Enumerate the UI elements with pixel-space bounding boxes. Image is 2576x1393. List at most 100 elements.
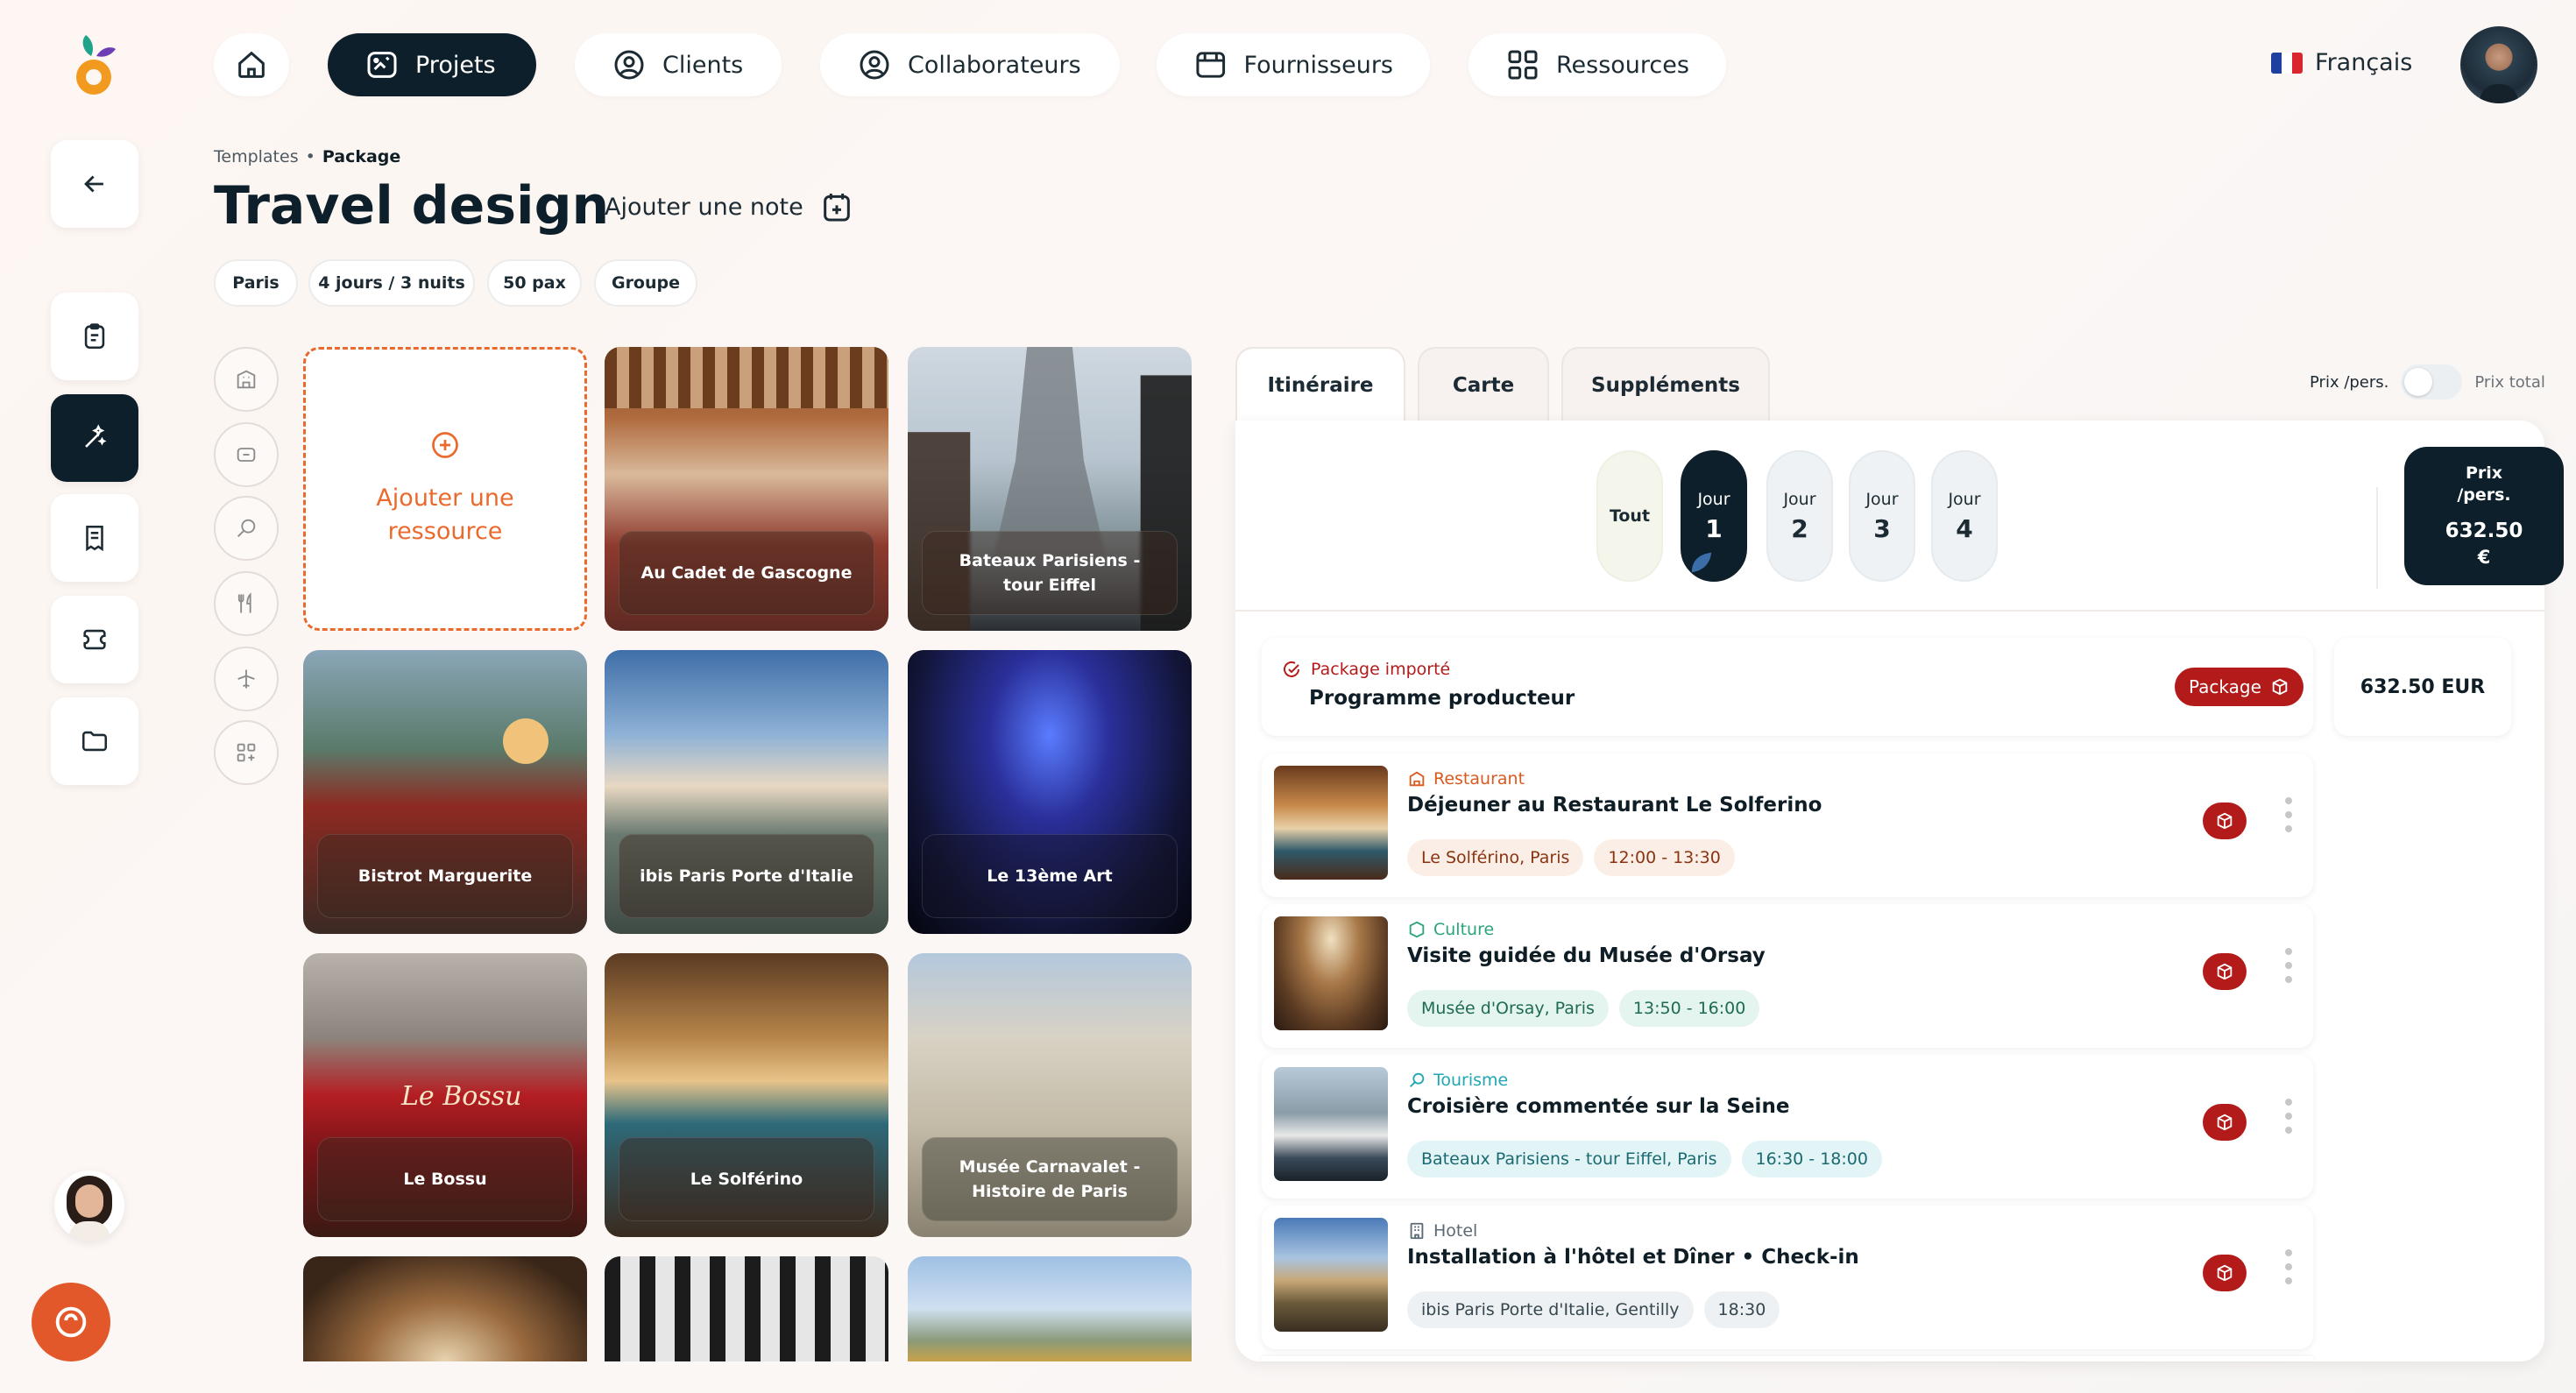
magic-image-icon bbox=[367, 52, 397, 78]
resource-card[interactable]: Bistrot Marguerite bbox=[303, 650, 587, 934]
item-more-menu[interactable] bbox=[2285, 1099, 2292, 1134]
item-more-menu[interactable] bbox=[2285, 1249, 2292, 1284]
clipboard-icon bbox=[84, 323, 105, 350]
nav-fournisseurs[interactable]: Fournisseurs bbox=[1157, 33, 1430, 96]
item-category-label: Hotel bbox=[1433, 1221, 1478, 1241]
box-icon bbox=[2217, 812, 2233, 830]
item-package-badge[interactable] bbox=[2203, 803, 2247, 839]
itinerary-item[interactable]: Tourisme Croisière commentée sur la Sein… bbox=[1262, 1055, 2313, 1199]
nav-ressources[interactable]: Ressources bbox=[1468, 33, 1726, 96]
item-package-badge[interactable] bbox=[2203, 1255, 2247, 1291]
add-note-label: Ajouter une note bbox=[605, 193, 803, 221]
day-3-button[interactable]: Jour 3 bbox=[1849, 450, 1915, 582]
language-selector[interactable]: Français bbox=[2271, 49, 2412, 76]
resource-card[interactable]: Musée Carnavalet - Histoire de Paris bbox=[908, 953, 1192, 1237]
tag-pax: 50 pax bbox=[487, 259, 582, 307]
sidebar-magic[interactable] bbox=[51, 394, 138, 482]
resource-card-partial[interactable] bbox=[303, 1256, 587, 1361]
item-place-chip: Bateaux Parisiens - tour Eiffel, Paris bbox=[1407, 1141, 1731, 1177]
tab-supplements[interactable]: Suppléments bbox=[1561, 347, 1770, 422]
resource-card[interactable]: Le Solférino bbox=[605, 953, 888, 1237]
filter-other[interactable] bbox=[214, 720, 279, 785]
item-package-badge[interactable] bbox=[2203, 953, 2247, 990]
item-place-chip: ibis Paris Porte d'Italie, Gentilly bbox=[1407, 1291, 1694, 1328]
toggle-switch[interactable] bbox=[2401, 364, 2463, 400]
nav-ressources-label: Ressources bbox=[1556, 51, 1689, 79]
filter-flight[interactable] bbox=[214, 647, 279, 711]
package-total: 632.50 EUR bbox=[2334, 638, 2511, 736]
item-package-badge[interactable] bbox=[2203, 1104, 2247, 1141]
nav-projets[interactable]: Projets bbox=[328, 33, 536, 96]
back-button[interactable] bbox=[51, 140, 138, 228]
france-flag-icon bbox=[2271, 52, 2303, 74]
filter-ticket[interactable] bbox=[214, 422, 279, 487]
itinerary-item[interactable]: Restaurant Déjeuner au Restaurant Le Sol… bbox=[1262, 753, 2313, 897]
price-toggle[interactable]: Prix /pers. Prix total bbox=[2310, 364, 2545, 400]
add-resource-label: Ajouter une ressource bbox=[376, 484, 514, 545]
leaf-icon bbox=[1691, 552, 1712, 573]
item-more-menu[interactable] bbox=[2285, 797, 2292, 832]
item-category: Tourisme bbox=[1407, 1071, 1508, 1090]
store-icon bbox=[1196, 52, 1226, 78]
day-word: Jour bbox=[1783, 489, 1816, 509]
page-title: Travel design bbox=[214, 175, 610, 237]
user-avatar[interactable] bbox=[2460, 26, 2537, 103]
package-card[interactable]: Package importé Programme producteur Pac… bbox=[1262, 638, 2313, 736]
sidebar-folder[interactable] bbox=[51, 697, 138, 785]
nav-home-button[interactable] bbox=[214, 33, 289, 96]
package-badge[interactable]: Package bbox=[2175, 668, 2304, 706]
itinerary-item[interactable]: Hotel Installation à l'hôtel et Dîner • … bbox=[1262, 1206, 2313, 1349]
sidebar-clipboard[interactable] bbox=[51, 293, 138, 380]
resource-card[interactable]: Le Bossu Le Bossu bbox=[303, 953, 587, 1237]
culture-icon bbox=[1409, 921, 1425, 938]
filter-restaurant[interactable] bbox=[214, 571, 279, 636]
itinerary-item-partial bbox=[1262, 1356, 2313, 1361]
day-1-button[interactable]: Jour 1 bbox=[1681, 450, 1747, 582]
add-resource-card[interactable]: Ajouter une ressource bbox=[303, 347, 587, 631]
itinerary-item[interactable]: Culture Visite guidée du Musée d'Orsay M… bbox=[1262, 904, 2313, 1048]
resource-card-label: Le Bossu bbox=[317, 1137, 573, 1221]
app-logo[interactable] bbox=[70, 33, 119, 100]
package-status: Package importé bbox=[1281, 659, 1450, 680]
add-note-button[interactable]: Ajouter une note bbox=[605, 189, 854, 224]
sidebar-receipt[interactable] bbox=[51, 494, 138, 582]
nav-projets-label: Projets bbox=[415, 51, 496, 79]
day-number: 3 bbox=[1873, 513, 1891, 543]
item-more-menu[interactable] bbox=[2285, 948, 2292, 983]
package-badge-label: Package bbox=[2189, 676, 2261, 697]
item-category-label: Culture bbox=[1433, 920, 1495, 939]
item-time-chip: 16:30 - 18:00 bbox=[1741, 1141, 1882, 1177]
resource-card-label: ibis Paris Porte d'Italie bbox=[619, 834, 874, 918]
tab-carte[interactable]: Carte bbox=[1418, 347, 1549, 422]
day-2-button[interactable]: Jour 2 bbox=[1766, 450, 1833, 582]
day-all-button[interactable]: Tout bbox=[1596, 450, 1663, 582]
filter-tourism[interactable] bbox=[214, 496, 279, 561]
resource-card[interactable]: ibis Paris Porte d'Italie bbox=[605, 650, 888, 934]
home-icon bbox=[238, 51, 265, 78]
magic-wand-icon bbox=[85, 424, 107, 448]
breadcrumb-parent[interactable]: Templates bbox=[214, 147, 299, 166]
sidebar-ticket[interactable] bbox=[51, 596, 138, 683]
nav-clients[interactable]: Clients bbox=[575, 33, 782, 96]
tab-itineraire[interactable]: Itinéraire bbox=[1235, 347, 1405, 422]
resource-card[interactable]: Au Cadet de Gascogne bbox=[605, 347, 888, 631]
nav-collaborateurs[interactable]: Collaborateurs bbox=[820, 33, 1120, 96]
breadcrumb-current: Package bbox=[322, 147, 401, 166]
ticket-icon bbox=[237, 448, 256, 462]
support-agent-avatar[interactable] bbox=[54, 1170, 124, 1241]
tag-duration: 4 jours / 3 nuits bbox=[308, 259, 475, 307]
day-4-button[interactable]: Jour 4 bbox=[1931, 450, 1998, 582]
magnifier-icon bbox=[237, 519, 256, 537]
filter-hotel[interactable] bbox=[214, 347, 279, 412]
resource-card-partial[interactable] bbox=[605, 1256, 888, 1361]
resource-card-label: Au Cadet de Gascogne bbox=[619, 531, 874, 615]
resource-card-label: Le 13ème Art bbox=[922, 834, 1178, 918]
resource-card-label: Le Solférino bbox=[619, 1137, 874, 1221]
resource-card[interactable]: Le 13ème Art bbox=[908, 650, 1192, 934]
restaurant-icon bbox=[1409, 771, 1425, 787]
package-status-label: Package importé bbox=[1311, 660, 1451, 679]
resource-card[interactable]: Bateaux Parisiens - tour Eiffel bbox=[908, 347, 1192, 631]
item-title: Déjeuner au Restaurant Le Solferino bbox=[1407, 794, 1822, 817]
resource-card-partial[interactable] bbox=[908, 1256, 1192, 1361]
chat-button[interactable] bbox=[32, 1283, 110, 1361]
